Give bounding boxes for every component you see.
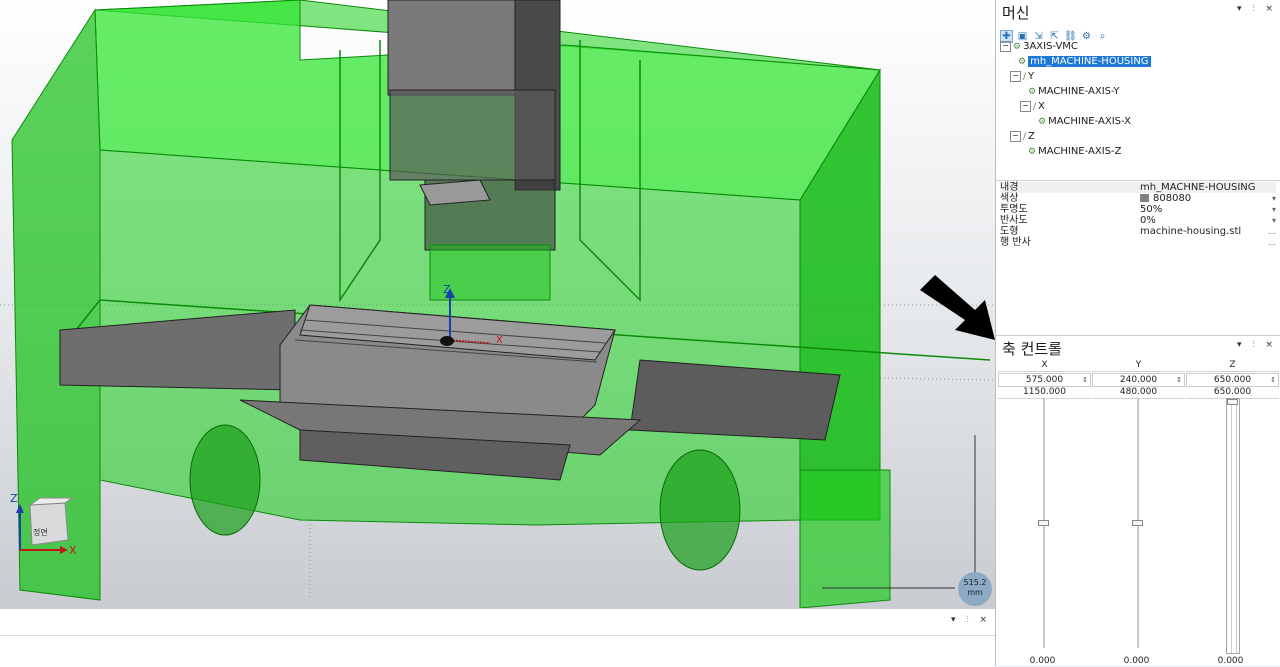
prop-row-opacity[interactable]: 투명도 50% ▾ — [1000, 204, 1276, 215]
tree-node-label: MACHINE-AXIS-Y — [1038, 86, 1120, 97]
prop-key: 투명도 — [1000, 204, 1028, 215]
axis-column-x: X 575.000 ⇕ 1150.000 — [998, 359, 1091, 399]
prop-value-wrap: 808080 — [1140, 193, 1191, 204]
tree-node-label: Z — [1028, 131, 1035, 142]
bottom-panel-controls[interactable]: ▾ ⫶ × — [951, 615, 991, 625]
bottom-panel-title-row — [0, 609, 995, 636]
prop-row-reflectivity[interactable]: 반사도 0% ▾ — [1000, 215, 1276, 226]
dropdown-icon[interactable]: ▾ — [1272, 193, 1276, 204]
tree-node-label: 3AXIS-VMC — [1023, 41, 1078, 52]
properties-grid: 내경 mh_MACHNE-HOUSING 색상 808080 ▾ 투명도 50%… — [996, 180, 1280, 331]
axis-icon: ∕ — [1023, 72, 1027, 82]
axis-header: Z — [1186, 359, 1279, 372]
machine-tree: − ⚙ 3AXIS-VMC ⚙ mh_MACHINE-HOUSING − ∕ Y ⚙ MAC… — [996, 40, 1280, 180]
axis-column-z: Z 650.000 ⇕ 650.000 — [1186, 359, 1279, 399]
axis-icon: ∕ — [1033, 102, 1037, 112]
browse-icon[interactable]: … — [1268, 226, 1276, 237]
collapse-icon[interactable]: − — [1000, 40, 1011, 52]
origin-x-label: X — [496, 335, 503, 346]
slider-track-y[interactable] — [1132, 398, 1143, 648]
prop-value: mh_MACHNE-HOUSING — [1140, 182, 1256, 193]
tree-node-label: Y — [1028, 71, 1035, 82]
axis-value-input[interactable]: 650.000 ⇕ — [1186, 373, 1279, 387]
prop-value: 50% — [1140, 204, 1163, 215]
spinner-icon[interactable]: ⇕ — [1176, 374, 1182, 386]
slider-track-x[interactable] — [1038, 398, 1049, 648]
axis-header: Y — [1092, 359, 1185, 372]
collapse-icon[interactable]: − — [1010, 70, 1021, 82]
prop-row-color[interactable]: 색상 808080 ▾ — [1000, 193, 1276, 204]
machine-icon: ⚙ — [1013, 42, 1022, 52]
prop-value: machine-housing.stl — [1140, 226, 1242, 237]
prop-value: 0% — [1140, 215, 1156, 226]
axis-value: 575.000 — [1025, 375, 1064, 385]
axis-value-input[interactable]: 240.000 ⇕ — [1092, 373, 1185, 387]
right-sidebar: 머신 ▾ ⫶ × ✚ ▣ ⇲ ⇱ ⛓ ⚙ ⌕ − ⚙ 3AXIS-VMC ⚙ mh_M… — [995, 0, 1280, 666]
tree-node-label: MACHINE-AXIS-Z — [1038, 146, 1122, 157]
machine-panel-title-text: 머신 — [1002, 4, 1030, 22]
tree-node-y[interactable]: − ∕ Y — [1010, 70, 1034, 84]
measure-unit: mm — [967, 588, 983, 597]
collapse-icon[interactable]: − — [1010, 130, 1021, 142]
axis-icon: ∕ — [1023, 132, 1027, 142]
tree-node-housing[interactable]: ⚙ mh_MACHINE-HOUSING — [1018, 55, 1151, 69]
view-cube-front-label[interactable]: 정면 — [33, 527, 48, 538]
axis-control-panel: 축 컨트롤 ▾ ⫶ × X 575.000 ⇕ 1150.000 Y 240.00… — [996, 335, 1280, 667]
machine-panel-title: 머신 ▾ ⫶ × — [996, 0, 1280, 26]
spinner-icon[interactable]: ⇕ — [1082, 374, 1088, 386]
bottom-panel: ▾ ⫶ × — [0, 608, 995, 667]
slider-thumb-y[interactable] — [1132, 520, 1143, 526]
prop-key: 반사도 — [1000, 215, 1028, 226]
tree-node-x[interactable]: − ∕ X — [1020, 100, 1045, 114]
axis-column-y: Y 240.000 ⇕ 480.000 — [1092, 359, 1185, 399]
tree-node-machine-axis-z[interactable]: ⚙ MACHINE-AXIS-Z — [1028, 145, 1121, 159]
color-swatch — [1140, 194, 1149, 202]
axis-min-y: 0.000 — [1123, 656, 1150, 666]
triad-z-label: Z — [10, 492, 18, 505]
axis-control-title-text: 축 컨트롤 — [1002, 340, 1062, 358]
3d-viewport[interactable]: Z X Z X 정면 515.2 mm — [0, 0, 995, 608]
slider-thumb-x[interactable] — [1038, 520, 1049, 526]
tree-node-root[interactable]: − ⚙ 3AXIS-VMC — [1000, 40, 1078, 54]
prop-key: 색상 — [1000, 193, 1019, 204]
triad-x-label: X — [69, 544, 77, 557]
component-icon: ⚙ — [1018, 57, 1027, 67]
axis-value: 650.000 — [1213, 375, 1252, 385]
tree-node-z[interactable]: − ∕ Z — [1010, 130, 1035, 144]
slider-track-z[interactable] — [1226, 398, 1240, 654]
tree-node-label: X — [1038, 101, 1045, 112]
prop-row-name[interactable]: 내경 mh_MACHNE-HOUSING — [1000, 182, 1276, 193]
component-icon: ⚙ — [1028, 87, 1037, 97]
measure-value: 515.2 — [963, 578, 987, 587]
dropdown-icon[interactable]: ▾ — [1272, 204, 1276, 215]
prop-row-reflection[interactable]: 행 반사 … — [1000, 237, 1276, 248]
tree-node-machine-axis-x[interactable]: ⚙ MACHINE-AXIS-X — [1038, 115, 1131, 129]
machine-3d-model — [0, 0, 995, 608]
origin-z-label: Z — [443, 283, 451, 296]
collapse-icon[interactable]: − — [1020, 100, 1031, 112]
axis-min-x: 0.000 — [1029, 656, 1056, 666]
prop-value: 808080 — [1153, 193, 1192, 204]
tree-node-label: MACHINE-AXIS-X — [1048, 116, 1131, 127]
prop-key: 행 반사 — [1000, 237, 1031, 248]
prop-row-geometry[interactable]: 도형 machine-housing.stl … — [1000, 226, 1276, 237]
axis-control-controls[interactable]: ▾ ⫶ × — [1237, 340, 1277, 350]
axis-min-z: 0.000 — [1217, 656, 1244, 666]
component-icon: ⚙ — [1038, 117, 1047, 127]
slider-thumb-z[interactable] — [1227, 399, 1238, 405]
measure-badge: 515.2 mm — [958, 572, 992, 606]
axis-value: 240.000 — [1119, 375, 1158, 385]
dropdown-icon[interactable]: ▾ — [1272, 215, 1276, 226]
spinner-icon[interactable]: ⇕ — [1270, 374, 1276, 386]
tree-node-machine-axis-y[interactable]: ⚙ MACHINE-AXIS-Y — [1028, 85, 1120, 99]
prop-key: 도형 — [1000, 226, 1019, 237]
browse-icon[interactable]: … — [1268, 237, 1276, 248]
machine-panel-controls[interactable]: ▾ ⫶ × — [1237, 4, 1277, 14]
prop-key: 내경 — [1000, 182, 1019, 193]
component-icon: ⚙ — [1028, 147, 1037, 157]
tree-node-label: mh_MACHINE-HOUSING — [1028, 56, 1151, 67]
axis-value-input[interactable]: 575.000 ⇕ — [998, 373, 1091, 387]
axis-header: X — [998, 359, 1091, 372]
